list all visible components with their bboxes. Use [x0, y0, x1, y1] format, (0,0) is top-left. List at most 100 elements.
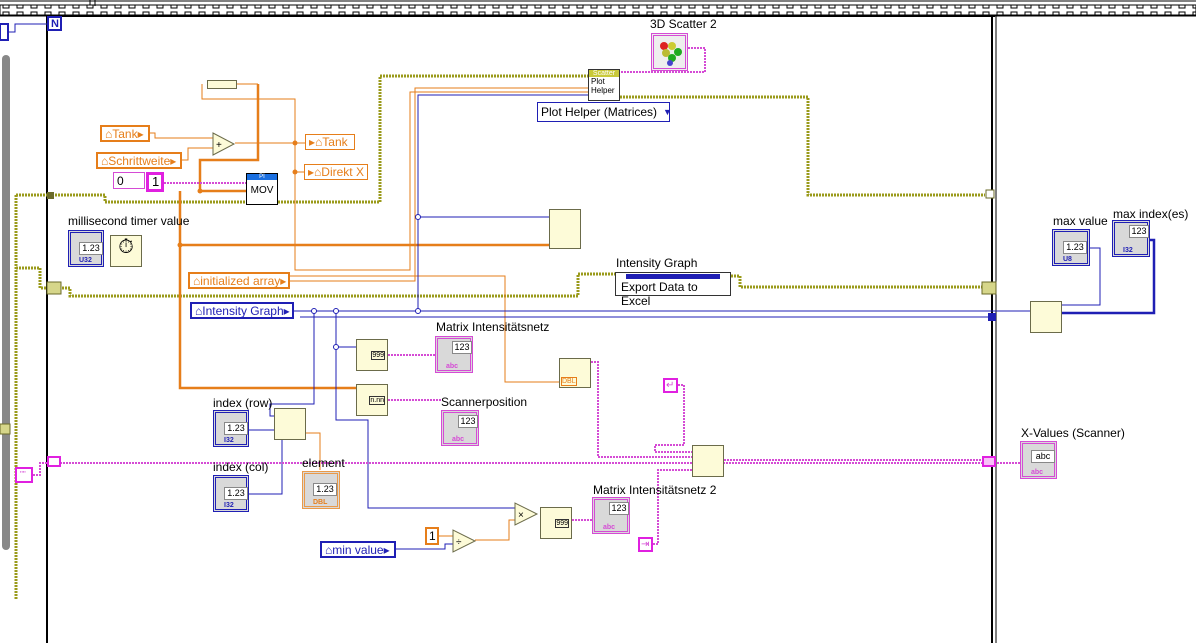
plot-helper-ring[interactable]: Plot Helper (Matrices) ▼ — [537, 102, 672, 122]
index-row-control[interactable]: 1.23 I32 — [213, 410, 249, 447]
numeric-constant-one[interactable]: 1 — [146, 172, 164, 192]
mov-title: PI — [247, 174, 277, 180]
n2s-text: 999 — [371, 351, 385, 360]
direkt-x-label: Direkt X — [321, 165, 364, 179]
local-tank-read[interactable]: ⌂ Tank ▸ — [100, 125, 150, 142]
shift-register-left — [46, 281, 62, 295]
intensity-graph-label: Intensity Graph — [202, 303, 284, 318]
helper-title: Scatter — [589, 70, 619, 77]
local-direkt-x[interactable]: ▸⌂ Direkt X — [304, 164, 368, 180]
matrix2-type: abc — [603, 524, 616, 531]
dropdown-arrow-icon[interactable]: ▼ — [663, 106, 672, 118]
max-value-label: max value — [1053, 214, 1108, 228]
index-array-node[interactable] — [274, 408, 306, 440]
format-into-string-node[interactable]: DBL — [559, 358, 591, 388]
scatter-balls-icon — [660, 42, 682, 66]
f2s-text: n.nn — [369, 396, 385, 405]
max-index-indicator[interactable]: 123 I32 — [1112, 220, 1150, 257]
timer-label: millisecond timer value — [68, 214, 190, 228]
svg-text:÷: ÷ — [456, 537, 462, 548]
matrix1-indicator[interactable]: 123 abc — [435, 336, 473, 373]
index-col-value: 1.23 — [224, 487, 248, 500]
bundle-node[interactable] — [207, 80, 237, 89]
sequence-frame — [0, 0, 1196, 17]
format-type: DBL — [561, 377, 577, 386]
loop-count-terminal: N — [47, 16, 62, 31]
local-intensity-graph[interactable]: ⌂ Intensity Graph ▸ — [190, 302, 294, 319]
array-max-min-node[interactable] — [1030, 301, 1062, 333]
concatenate-strings-node[interactable] — [692, 445, 724, 477]
number-to-string-node[interactable]: 999 — [356, 339, 388, 371]
local-schrittweite[interactable]: ⌂ Schrittweite ▸ — [96, 152, 182, 169]
matrix1-label: Matrix Intensitätsnetz — [436, 320, 550, 334]
numeric-constant-one-b[interactable]: 1 — [425, 527, 439, 545]
tab-constant-icon[interactable]: ⇥ — [638, 537, 653, 552]
scatter-plot-helper[interactable]: Scatter Plot Helper — [588, 69, 620, 101]
zero-value: 0 — [117, 173, 124, 188]
index-col-label: index (col) — [213, 460, 269, 474]
string-constant[interactable]: "" — [15, 467, 33, 483]
tank-label: Tank — [112, 126, 138, 141]
x-values-indicator[interactable]: abc abc — [1020, 441, 1057, 479]
matrix1-type: abc — [446, 363, 459, 370]
number-to-string-node-2[interactable]: 999 — [540, 507, 572, 539]
element-label: element — [302, 456, 345, 470]
scannerposition-type: abc — [452, 436, 465, 443]
case-frame-edge — [2, 55, 10, 550]
n2s-text-2: 999 — [555, 519, 569, 528]
svg-text:×: × — [518, 510, 524, 521]
end-of-line-constant-icon[interactable]: ↵ — [663, 378, 678, 393]
shift-register-right — [981, 281, 997, 295]
ring-value: Plot Helper (Matrices) — [541, 105, 658, 119]
mov-text: MOV — [250, 185, 274, 196]
index-col-control[interactable]: 1.23 I32 — [213, 475, 249, 512]
fractional-to-string-node[interactable]: n.nn — [356, 384, 388, 416]
matrix2-label: Matrix Intensitätsnetz 2 — [593, 483, 717, 497]
3d-scatter-indicator[interactable] — [651, 33, 688, 71]
matrix2-indicator[interactable]: 123 abc — [592, 497, 630, 534]
invoke-node-header — [626, 274, 720, 279]
tank-out-label: Tank — [322, 135, 348, 149]
array-subset-node[interactable] — [549, 209, 581, 249]
max-value-type: U8 — [1063, 256, 1072, 263]
metronome-icon[interactable]: ⏱ — [110, 235, 142, 267]
property-node-label: Intensity Graph — [616, 256, 698, 270]
svg-text:+: + — [216, 140, 222, 151]
element-value: 1.23 — [313, 483, 337, 496]
one-b-value: 1 — [429, 529, 436, 543]
index-row-value: 1.23 — [224, 422, 248, 435]
schrittweite-label: Schrittweite — [108, 153, 171, 168]
max-value-value: 1.23 — [1063, 241, 1087, 254]
pink-shift-register-left — [47, 456, 61, 467]
matrix1-value: 123 — [452, 341, 472, 354]
index-row-label: index (row) — [213, 396, 273, 410]
index-col-type: I32 — [224, 502, 234, 509]
one-value: 1 — [152, 174, 160, 189]
block-diagram: + × ÷ N 3D Scatter 2 Scatter Plot Helper… — [0, 0, 1196, 643]
local-min-value[interactable]: ⌂ min value ▸ — [320, 541, 396, 558]
timer-indicator[interactable]: 1.23 U32 — [68, 230, 104, 267]
x-values-value: abc — [1031, 450, 1055, 463]
max-value-indicator[interactable]: 1.23 U8 — [1052, 229, 1090, 266]
x-values-type: abc — [1031, 469, 1044, 476]
scannerposition-label: Scannerposition — [441, 395, 528, 409]
local-initialized-array[interactable]: ⌂ initialized array ▸ — [188, 272, 290, 289]
numeric-constant-zero[interactable]: 0 — [113, 172, 145, 189]
timer-type: U32 — [79, 257, 92, 264]
export-method: Export Data to Excel — [621, 280, 698, 308]
helper-text: Plot Helper — [591, 77, 615, 95]
scannerposition-indicator[interactable]: 123 abc — [441, 410, 479, 446]
local-tank-write[interactable]: ▸⌂ Tank — [305, 134, 355, 150]
element-type: DBL — [313, 499, 328, 506]
element-indicator[interactable]: 1.23 DBL — [302, 471, 340, 509]
mov-node[interactable]: PI MOV — [246, 173, 278, 205]
matrix2-value: 123 — [609, 502, 629, 515]
pink-shift-register-right — [982, 456, 996, 467]
scatter-label: 3D Scatter 2 — [650, 17, 717, 31]
initialized-array-label: initialized array — [200, 273, 281, 288]
invoke-node-export[interactable]: Export Data to Excel — [615, 272, 731, 308]
timer-value: 1.23 — [79, 242, 103, 255]
max-index-value: 123 — [1129, 225, 1149, 238]
max-index-type: I32 — [1123, 247, 1133, 254]
x-values-label: X-Values (Scanner) — [1021, 426, 1125, 440]
